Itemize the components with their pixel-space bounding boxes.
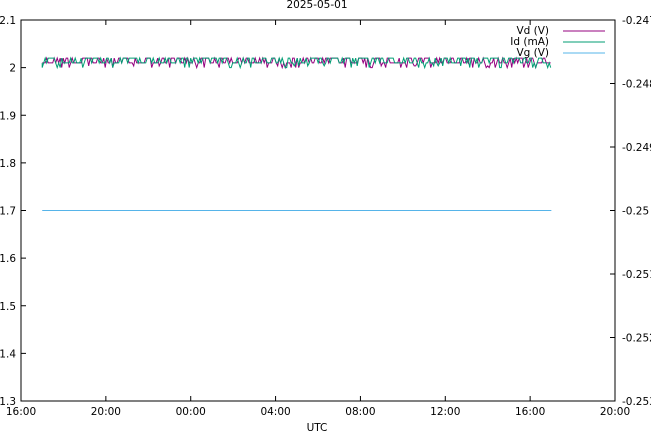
y-left-tick-label: 1.8	[0, 158, 16, 170]
x-tick-label: 16:00	[515, 406, 545, 418]
y-left-tick-label: 2.1	[0, 15, 16, 27]
x-axis: 16:00 20:00 00:00 04:00 08:00 12:00 16:00 20:00	[6, 20, 630, 418]
y-left-tick-label: 1.7	[0, 206, 16, 218]
chart: 2025-05-01 1.31.41.51.61.71.81.922.1 -0.…	[0, 0, 651, 432]
y-right-tick-label: -0.252	[622, 333, 651, 345]
x-tick-label: 20:00	[600, 406, 630, 418]
series-layer	[41, 56, 552, 211]
y-left-tick-label: 2	[9, 63, 16, 75]
legend-label: Vg (V)	[516, 47, 549, 59]
y-right-tick-label: -0.248	[622, 79, 651, 91]
y-right-tick-label: -0.25	[622, 206, 649, 218]
y-left-tick-label: 1.5	[0, 301, 16, 313]
y-left-tick-label: 1.9	[0, 110, 16, 122]
chart-title: 2025-05-01	[286, 0, 347, 11]
y-left-tick-label: 1.6	[0, 253, 16, 265]
legend: Vd (V)Id (mA)Vg (V)	[510, 25, 605, 59]
x-tick-label: 12:00	[430, 406, 460, 418]
x-tick-label: 08:00	[345, 406, 375, 418]
y-right-tick-label: -0.251	[622, 269, 651, 281]
y-axis-left: 1.31.41.51.61.71.81.922.1	[0, 15, 26, 408]
y-right-tick-label: -0.249	[622, 142, 651, 154]
y-right-tick-label: -0.247	[622, 15, 651, 27]
y-left-tick-label: 1.4	[0, 348, 16, 360]
y-axis-right: -0.253-0.252-0.251-0.25-0.249-0.248-0.24…	[610, 15, 651, 408]
x-tick-label: 00:00	[176, 406, 206, 418]
x-tick-label: 04:00	[260, 406, 290, 418]
x-tick-label: 16:00	[6, 406, 36, 418]
x-axis-label: UTC	[307, 422, 328, 432]
x-tick-label: 20:00	[91, 406, 121, 418]
